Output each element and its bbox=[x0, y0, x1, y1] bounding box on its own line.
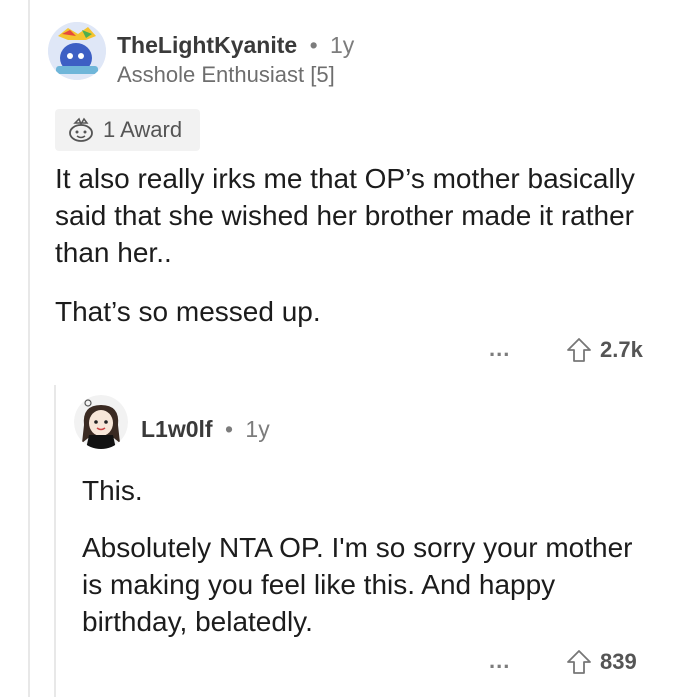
award-icon bbox=[69, 117, 93, 142]
comment-paragraph: It also really irks me that OP’s mother … bbox=[55, 163, 635, 268]
comment-paragraph: That’s so messed up. bbox=[55, 296, 321, 327]
upvote-arrow-icon bbox=[567, 338, 591, 362]
meta-separator: • bbox=[309, 32, 318, 58]
meta-separator: • bbox=[224, 416, 234, 442]
reply-upvote-button[interactable]: 839 bbox=[566, 649, 637, 675]
user-avatar[interactable] bbox=[48, 22, 106, 80]
username[interactable]: TheLightKyanite bbox=[117, 32, 297, 58]
user-flair: Asshole Enthusiast [5] bbox=[117, 62, 335, 87]
reply-thread-line[interactable] bbox=[54, 385, 56, 697]
thread-line[interactable] bbox=[28, 0, 30, 697]
reply-paragraph: This. bbox=[82, 475, 143, 506]
reply-username[interactable]: L1w0lf bbox=[141, 416, 213, 442]
comment-body: It also really irks me that OP’s mother … bbox=[55, 160, 645, 330]
award-badge[interactable]: 1 Award bbox=[55, 109, 200, 151]
award-count: 1 Award bbox=[103, 117, 183, 142]
reply-upvote-count: 839 bbox=[600, 649, 637, 674]
girl-avatar-icon bbox=[74, 395, 128, 449]
reply-more-options-button[interactable]: ... bbox=[489, 648, 510, 674]
upvote-arrow-icon bbox=[567, 650, 591, 674]
reply-body: This. Absolutely NTA OP. I'm so sorry yo… bbox=[82, 472, 642, 640]
reply-user-avatar[interactable] bbox=[74, 395, 128, 449]
more-options-button[interactable]: ... bbox=[489, 336, 510, 362]
upvote-button[interactable]: 2.7k bbox=[566, 337, 643, 363]
upvote-count: 2.7k bbox=[600, 337, 643, 362]
reply-paragraph: Absolutely NTA OP. I'm so sorry your mot… bbox=[82, 532, 633, 637]
reply-age: 1y bbox=[245, 416, 270, 442]
comment-age: 1y bbox=[330, 32, 355, 58]
snoo-avatar-icon bbox=[48, 22, 106, 80]
